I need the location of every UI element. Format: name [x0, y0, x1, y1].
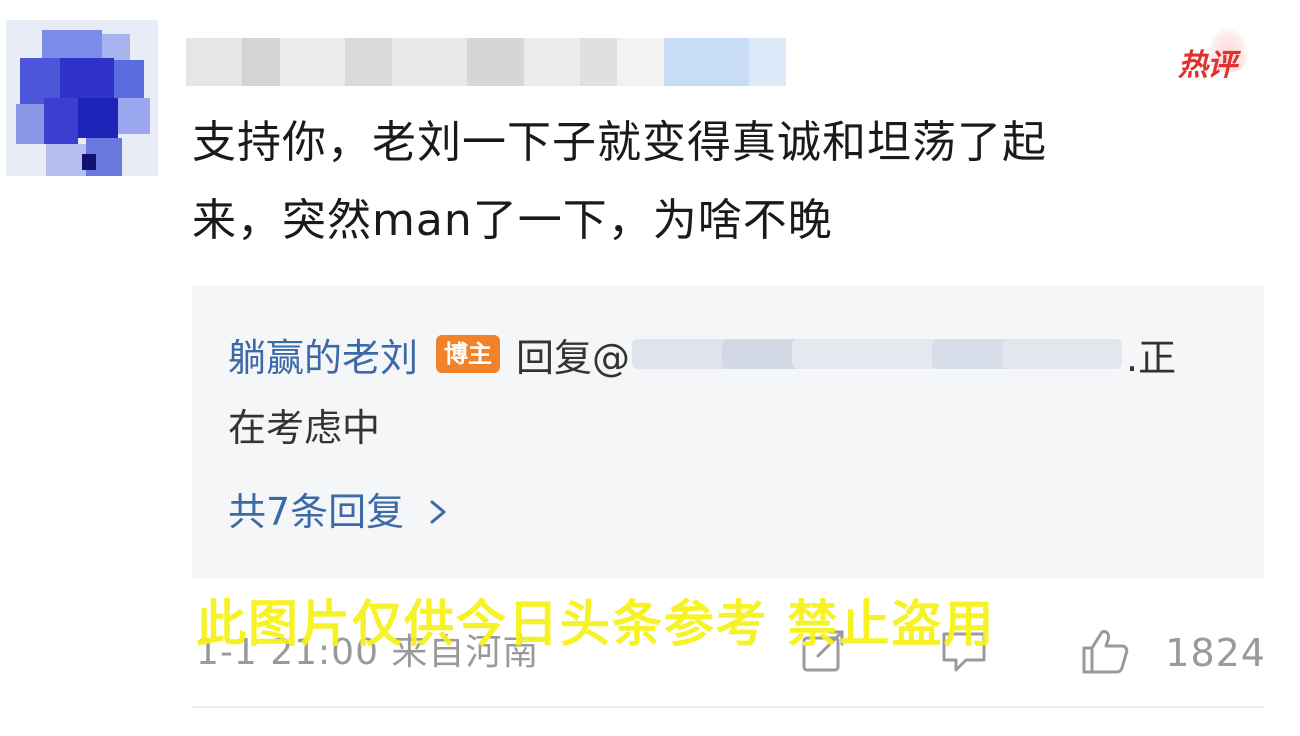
comment-text-line: 来，突然man了一下，为啥不晚 — [192, 195, 833, 246]
comment-text-line: 支持你，老刘一下子就变得真诚和坦荡了起 — [192, 117, 1047, 168]
view-all-replies-label: 共7条回复 — [228, 490, 405, 534]
share-icon[interactable] — [796, 626, 852, 676]
blogger-badge: 博主 — [436, 335, 501, 373]
reply-prefix: 回复@ — [516, 335, 631, 380]
comment-icon[interactable] — [936, 626, 992, 676]
like-count: 1824 — [1165, 631, 1266, 675]
hot-comment-label: 热评 — [1178, 48, 1237, 83]
comment-text: 支持你，老刘一下子就变得真诚和坦荡了起 来，突然man了一下，为啥不晚 — [192, 104, 1272, 260]
comment-footer: 1-1 21:00 来自河南 1824 — [196, 622, 1266, 682]
like-icon[interactable] — [1076, 626, 1132, 676]
reply-author-link[interactable]: 躺赢的老刘 — [228, 327, 418, 382]
reply-preview-box[interactable]: 躺赢的老刘 博主 回复@ .正 在考虑中 共7条回复 — [192, 286, 1264, 578]
divider — [192, 706, 1264, 708]
mention-blurred[interactable] — [632, 331, 1124, 377]
reply-first-line: 躺赢的老刘 博主 回复@ .正 — [228, 324, 1176, 384]
reply-text: 在考虑中 — [228, 406, 381, 450]
reply-suffix: .正 — [1126, 335, 1177, 380]
comment-card: 热评 支持你，老刘一下子就变得真诚和坦荡了起 来，突然man了一下，为啥不晚 躺… — [0, 0, 1300, 736]
chevron-right-icon — [430, 500, 446, 524]
comment-time-location: 1-1 21:00 来自河南 — [196, 632, 540, 673]
hot-comment-badge: 热评 — [1158, 28, 1250, 90]
avatar[interactable] — [6, 20, 158, 176]
view-all-replies-link[interactable]: 共7条回复 — [228, 482, 452, 542]
username-blurred[interactable] — [186, 38, 786, 86]
